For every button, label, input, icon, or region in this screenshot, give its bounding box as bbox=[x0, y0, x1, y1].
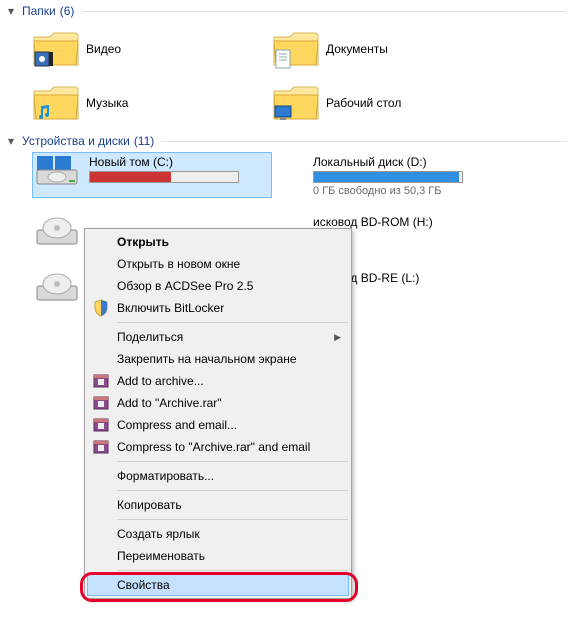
shield-icon bbox=[92, 299, 110, 317]
chevron-down-icon: ▾ bbox=[8, 134, 18, 148]
drive-label: исковод BD-ROM (H:) bbox=[313, 215, 551, 229]
drive-icon bbox=[33, 153, 81, 193]
folder-icon bbox=[272, 83, 320, 123]
optical-drive-icon bbox=[33, 213, 81, 253]
context-menu: Открыть Открыть в новом окне Обзор в ACD… bbox=[84, 228, 352, 599]
submenu-arrow-icon: ▶ bbox=[334, 332, 341, 343]
ctx-share[interactable]: Поделиться▶ bbox=[87, 326, 349, 348]
section-header-devices[interactable]: ▾ Устройства и диски (11) bbox=[0, 130, 574, 152]
folder-item-documents[interactable]: Документы bbox=[272, 22, 512, 76]
optical-drive-icon bbox=[33, 269, 81, 309]
separator bbox=[117, 570, 348, 571]
section-title: Папки bbox=[22, 4, 56, 18]
capacity-bar bbox=[89, 171, 239, 183]
ctx-format[interactable]: Форматировать... bbox=[87, 465, 349, 487]
section-title: Устройства и диски bbox=[22, 134, 130, 148]
drive-label: Новый том (C:) bbox=[89, 155, 271, 169]
folder-item-video[interactable]: Видео bbox=[32, 22, 272, 76]
ctx-rename[interactable]: Переименовать bbox=[87, 545, 349, 567]
capacity-bar bbox=[313, 171, 463, 183]
drive-label: Локальный диск (D:) bbox=[313, 155, 551, 169]
separator bbox=[117, 519, 348, 520]
chevron-down-icon: ▾ bbox=[8, 4, 18, 18]
ctx-acdsee[interactable]: Обзор в ACDSee Pro 2.5 bbox=[87, 275, 349, 297]
folder-label: Рабочий стол bbox=[326, 96, 401, 110]
section-header-folders[interactable]: ▾ Папки (6) bbox=[0, 0, 574, 22]
divider bbox=[162, 141, 566, 142]
section-count: (6) bbox=[60, 4, 75, 18]
drive-free-text: 0 ГБ свободно из 50,3 ГБ bbox=[313, 185, 551, 197]
separator bbox=[117, 461, 348, 462]
folder-label: Музыка bbox=[86, 96, 128, 110]
drive-item-d[interactable]: Локальный диск (D:) 0 ГБ свободно из 50,… bbox=[312, 152, 552, 198]
separator bbox=[117, 490, 348, 491]
folder-item-music[interactable]: Музыка bbox=[32, 76, 272, 130]
folder-label: Видео bbox=[86, 42, 121, 56]
ctx-compress-rar-email[interactable]: Compress to "Archive.rar" and email bbox=[87, 436, 349, 458]
ctx-compress-email[interactable]: Compress and email... bbox=[87, 414, 349, 436]
ctx-properties[interactable]: Свойства bbox=[87, 574, 349, 596]
ctx-pin-start[interactable]: Закрепить на начальном экране bbox=[87, 348, 349, 370]
ctx-open-new-window[interactable]: Открыть в новом окне bbox=[87, 253, 349, 275]
section-count: (11) bbox=[134, 134, 154, 148]
ctx-create-shortcut[interactable]: Создать ярлык bbox=[87, 523, 349, 545]
winrar-icon bbox=[92, 416, 110, 434]
winrar-icon bbox=[92, 394, 110, 412]
ctx-add-archive[interactable]: Add to archive... bbox=[87, 370, 349, 392]
folder-label: Документы bbox=[326, 42, 388, 56]
drive-item-c[interactable]: Новый том (C:) bbox=[32, 152, 272, 198]
ctx-add-archive-rar[interactable]: Add to "Archive.rar" bbox=[87, 392, 349, 414]
divider bbox=[82, 11, 566, 12]
winrar-icon bbox=[92, 372, 110, 390]
folder-item-desktop[interactable]: Рабочий стол bbox=[272, 76, 512, 130]
folder-icon bbox=[32, 83, 80, 123]
ctx-open[interactable]: Открыть bbox=[87, 231, 349, 253]
folder-icon bbox=[272, 29, 320, 69]
winrar-icon bbox=[92, 438, 110, 456]
folder-icon bbox=[32, 29, 80, 69]
separator bbox=[117, 322, 348, 323]
ctx-copy[interactable]: Копировать bbox=[87, 494, 349, 516]
ctx-bitlocker[interactable]: Включить BitLocker bbox=[87, 297, 349, 319]
